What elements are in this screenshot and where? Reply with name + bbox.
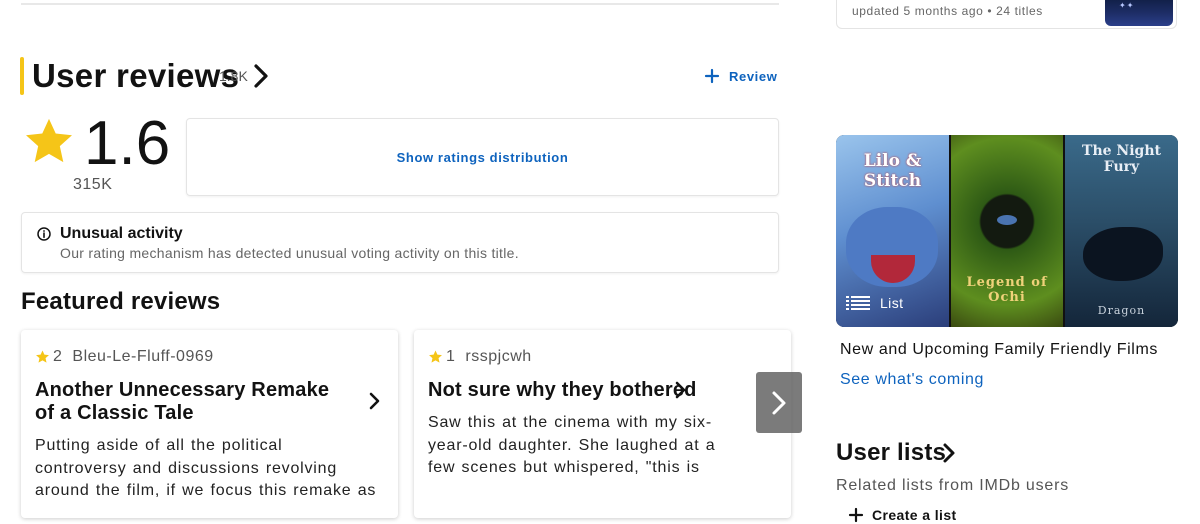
section-accent-bar [20, 57, 24, 95]
user-lists-subtitle: Related lists from IMDb users [836, 477, 1070, 494]
review-card[interactable]: 1 rsspjcwh Not sure why they bothered Sa… [414, 330, 791, 518]
review-author[interactable]: rsspjcwh [465, 347, 531, 367]
divider [21, 3, 779, 5]
poster-title: Legend of Ochi [966, 275, 1048, 305]
unusual-activity-text: Our rating mechanism has detected unusua… [60, 245, 519, 261]
show-ratings-distribution-button[interactable]: Show ratings distribution [397, 150, 569, 165]
poster-night-fury: The Night Fury Dragon [1065, 135, 1178, 327]
featured-reviews-title: Featured reviews [21, 288, 221, 315]
list-tile-meta: updated 5 months ago • 24 titles [852, 4, 1043, 18]
poster-title: Lilo & Stitch [863, 151, 922, 191]
poster-title: The Night Fury [1082, 143, 1161, 175]
chevron-right-icon[interactable] [250, 63, 272, 89]
plus-icon [848, 507, 864, 523]
star-icon [429, 350, 442, 363]
create-list-label: Create a list [872, 507, 957, 523]
chevron-right-icon [772, 391, 786, 414]
list-badge-label: List [880, 295, 904, 311]
list-tile[interactable]: updated 5 months ago • 24 titles ✦✦ [836, 0, 1177, 29]
user-reviews-count[interactable]: 1.8K [219, 68, 248, 84]
review-card[interactable]: 2 Bleu-Le-Fluff-0969 Another Unnecessary… [21, 330, 398, 518]
add-review-button[interactable]: Review [703, 63, 777, 89]
unusual-activity-notice: Unusual activity Our rating mechanism ha… [21, 212, 779, 273]
review-rating: 2 [53, 348, 63, 365]
carousel-next-button[interactable] [756, 372, 802, 433]
create-list-button[interactable]: Create a list [848, 507, 957, 523]
review-text: Saw this at the cinema with my six-year-… [428, 414, 716, 476]
user-lists-title[interactable]: User lists [836, 437, 946, 469]
review-title[interactable]: Another Unnecessary Remake of a Classic … [35, 379, 345, 425]
rating-count: 315K [73, 176, 113, 193]
info-icon [37, 227, 51, 241]
review-button-label: Review [729, 68, 778, 84]
chevron-right-icon[interactable] [366, 391, 382, 411]
review-rating-row: 2 Bleu-Le-Fluff-0969 [35, 347, 214, 367]
poster-legend-of-ochi: Legend of Ochi [951, 135, 1063, 327]
star-icon [26, 118, 72, 163]
review-rating: 1 [446, 348, 456, 365]
list-thumbnail: ✦✦ [1105, 0, 1173, 26]
list-icon [846, 296, 870, 310]
list-badge: List [846, 295, 903, 311]
chevron-right-icon[interactable] [672, 380, 688, 400]
star-icon [36, 350, 49, 363]
review-text: Putting aside of all the political contr… [35, 437, 377, 499]
unusual-activity-title: Unusual activity [60, 225, 183, 242]
review-rating-row: 1 rsspjcwh [428, 347, 532, 367]
review-author[interactable]: Bleu-Le-Fluff-0969 [72, 347, 213, 367]
aggregate-rating: 1.6 [84, 109, 171, 178]
see-whats-coming-link[interactable]: See what's coming [840, 370, 984, 390]
review-title[interactable]: Not sure why they bothered [428, 379, 696, 402]
chevron-right-icon[interactable] [939, 441, 959, 465]
user-reviews-title[interactable]: User reviews [32, 56, 239, 96]
poster-subtitle: Dragon [1097, 304, 1146, 317]
promo-title[interactable]: New and Upcoming Family Friendly Films [840, 340, 1158, 360]
ratings-distribution-panel: Show ratings distribution [186, 118, 779, 196]
plus-icon [704, 68, 720, 84]
